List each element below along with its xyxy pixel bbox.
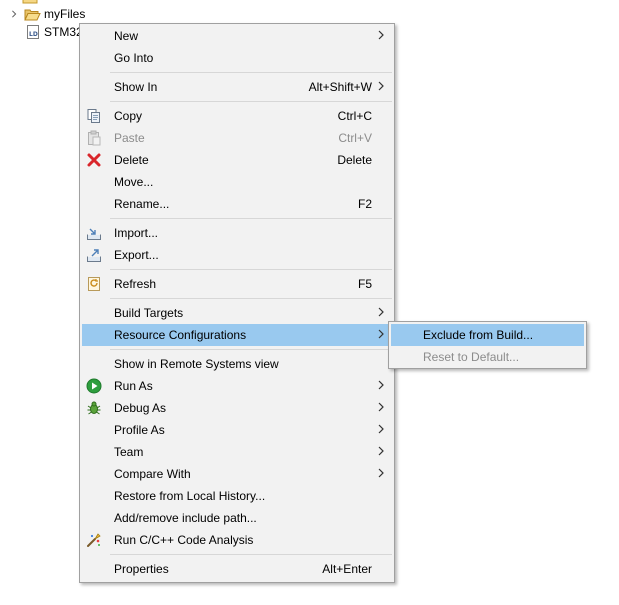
linker-script-file-icon: LD [26,25,40,39]
tree-item-label: myFiles [44,7,86,21]
menu-item-build-targets[interactable]: Build Targets [82,302,392,324]
menu-item-label: Run C/C++ Code Analysis [114,533,254,547]
menu-item-label: Delete [114,153,149,167]
menu-item-label: Paste [114,131,145,145]
import-icon [86,225,102,241]
menu-item-export[interactable]: Export... [82,244,392,266]
svg-text:LD: LD [29,31,38,38]
debug-bug-icon [86,400,102,416]
menu-item-label: Resource Configurations [114,328,247,342]
submenu-arrow-icon [378,468,384,478]
menu-item-label: Add/remove include path... [114,511,257,525]
menu-separator [110,101,392,102]
submenu-arrow-icon [378,81,384,91]
menu-item-label: Show in Remote Systems view [114,357,279,371]
menu-item-properties[interactable]: Properties Alt+Enter [82,558,392,580]
menu-item-shortcut: Alt+Shift+W [308,80,372,94]
menu-item-restore-local-history[interactable]: Restore from Local History... [82,485,392,507]
menu-item-shortcut: F2 [357,197,372,211]
menu-item-exclude-from-build[interactable]: Exclude from Build... [391,324,584,346]
menu-item-delete[interactable]: Delete Delete [82,149,392,171]
menu-item-team[interactable]: Team [82,441,392,463]
menu-item-label: Exclude from Build... [423,328,534,342]
menu-item-label: Properties [114,562,169,576]
export-icon [86,247,102,263]
menu-item-label: New [114,29,139,43]
menu-item-resource-configurations[interactable]: Resource Configurations [82,324,392,346]
menu-separator [110,554,392,555]
submenu-arrow-icon [378,30,384,40]
menu-item-shortcut: Ctrl+C [337,109,372,123]
menu-item-move[interactable]: Move... [82,171,392,193]
menu-item-label: Import... [114,226,159,240]
menu-item-label: Export... [114,248,159,262]
resource-configurations-submenu: Exclude from Build... Reset to Default..… [388,321,587,369]
menu-item-paste[interactable]: Paste Ctrl+V [82,127,392,149]
menu-separator [110,72,392,73]
menu-item-run-as[interactable]: Run As [82,375,392,397]
menu-item-reset-to-default[interactable]: Reset to Default... [391,346,584,368]
menu-item-compare-with[interactable]: Compare With [82,463,392,485]
menu-item-label: Move... [114,175,154,189]
code-analysis-icon [86,532,102,548]
menu-item-add-remove-include-path[interactable]: Add/remove include path... [82,507,392,529]
menu-item-shortcut: Ctrl+V [338,131,372,145]
folder-icon [22,0,38,4]
menu-item-label: Restore from Local History... [114,489,266,503]
menu-item-label: Profile As [114,423,165,437]
context-menu: New Go Into Show In Alt+Shift+W Copy Ctr… [79,23,395,583]
menu-item-label: Show In [114,80,158,94]
menu-item-label: Run As [114,379,153,393]
menu-item-label: Compare With [114,467,191,481]
submenu-arrow-icon [378,402,384,412]
menu-separator [110,269,392,270]
submenu-arrow-icon [378,380,384,390]
menu-item-debug-as[interactable]: Debug As [82,397,392,419]
menu-item-label: Build Targets [114,306,184,320]
submenu-arrow-icon [378,446,384,456]
folder-open-icon [24,8,41,21]
menu-item-new[interactable]: New [82,25,392,47]
menu-item-label: Debug As [114,401,167,415]
menu-item-shortcut: Delete [337,153,372,167]
menu-item-shortcut: F5 [357,277,372,291]
menu-item-profile-as[interactable]: Profile As [82,419,392,441]
refresh-icon [86,276,102,292]
menu-item-import[interactable]: Import... [82,222,392,244]
menu-separator [110,218,392,219]
menu-item-label: Go Into [114,51,154,65]
delete-icon [86,152,102,168]
menu-item-label: Copy [114,109,143,123]
submenu-arrow-icon [378,307,384,317]
chevron-right-icon[interactable] [10,10,18,18]
submenu-arrow-icon [378,424,384,434]
menu-item-refresh[interactable]: Refresh F5 [82,273,392,295]
menu-item-label: Refresh [114,277,157,291]
menu-item-rename[interactable]: Rename... F2 [82,193,392,215]
menu-item-shortcut: Alt+Enter [322,562,372,576]
menu-separator [110,298,392,299]
menu-item-label: Reset to Default... [423,350,520,364]
tree-item-stm32[interactable]: LD STM32 [26,23,83,41]
menu-item-label: Team [114,445,144,459]
submenu-arrow-icon [378,329,384,339]
tree-item-label: STM32 [44,25,83,39]
menu-item-run-code-analysis[interactable]: Run C/C++ Code Analysis [82,529,392,551]
menu-separator [110,349,392,350]
menu-item-label: Rename... [114,197,170,211]
menu-item-go-into[interactable]: Go Into [82,47,392,69]
menu-item-copy[interactable]: Copy Ctrl+C [82,105,392,127]
run-icon [86,378,102,394]
menu-item-show-in-remote-systems[interactable]: Show in Remote Systems view [82,353,392,375]
copy-icon [86,108,102,124]
menu-item-show-in[interactable]: Show In Alt+Shift+W [82,76,392,98]
tree-item-myfiles[interactable]: myFiles [10,5,85,23]
paste-icon [86,130,102,146]
